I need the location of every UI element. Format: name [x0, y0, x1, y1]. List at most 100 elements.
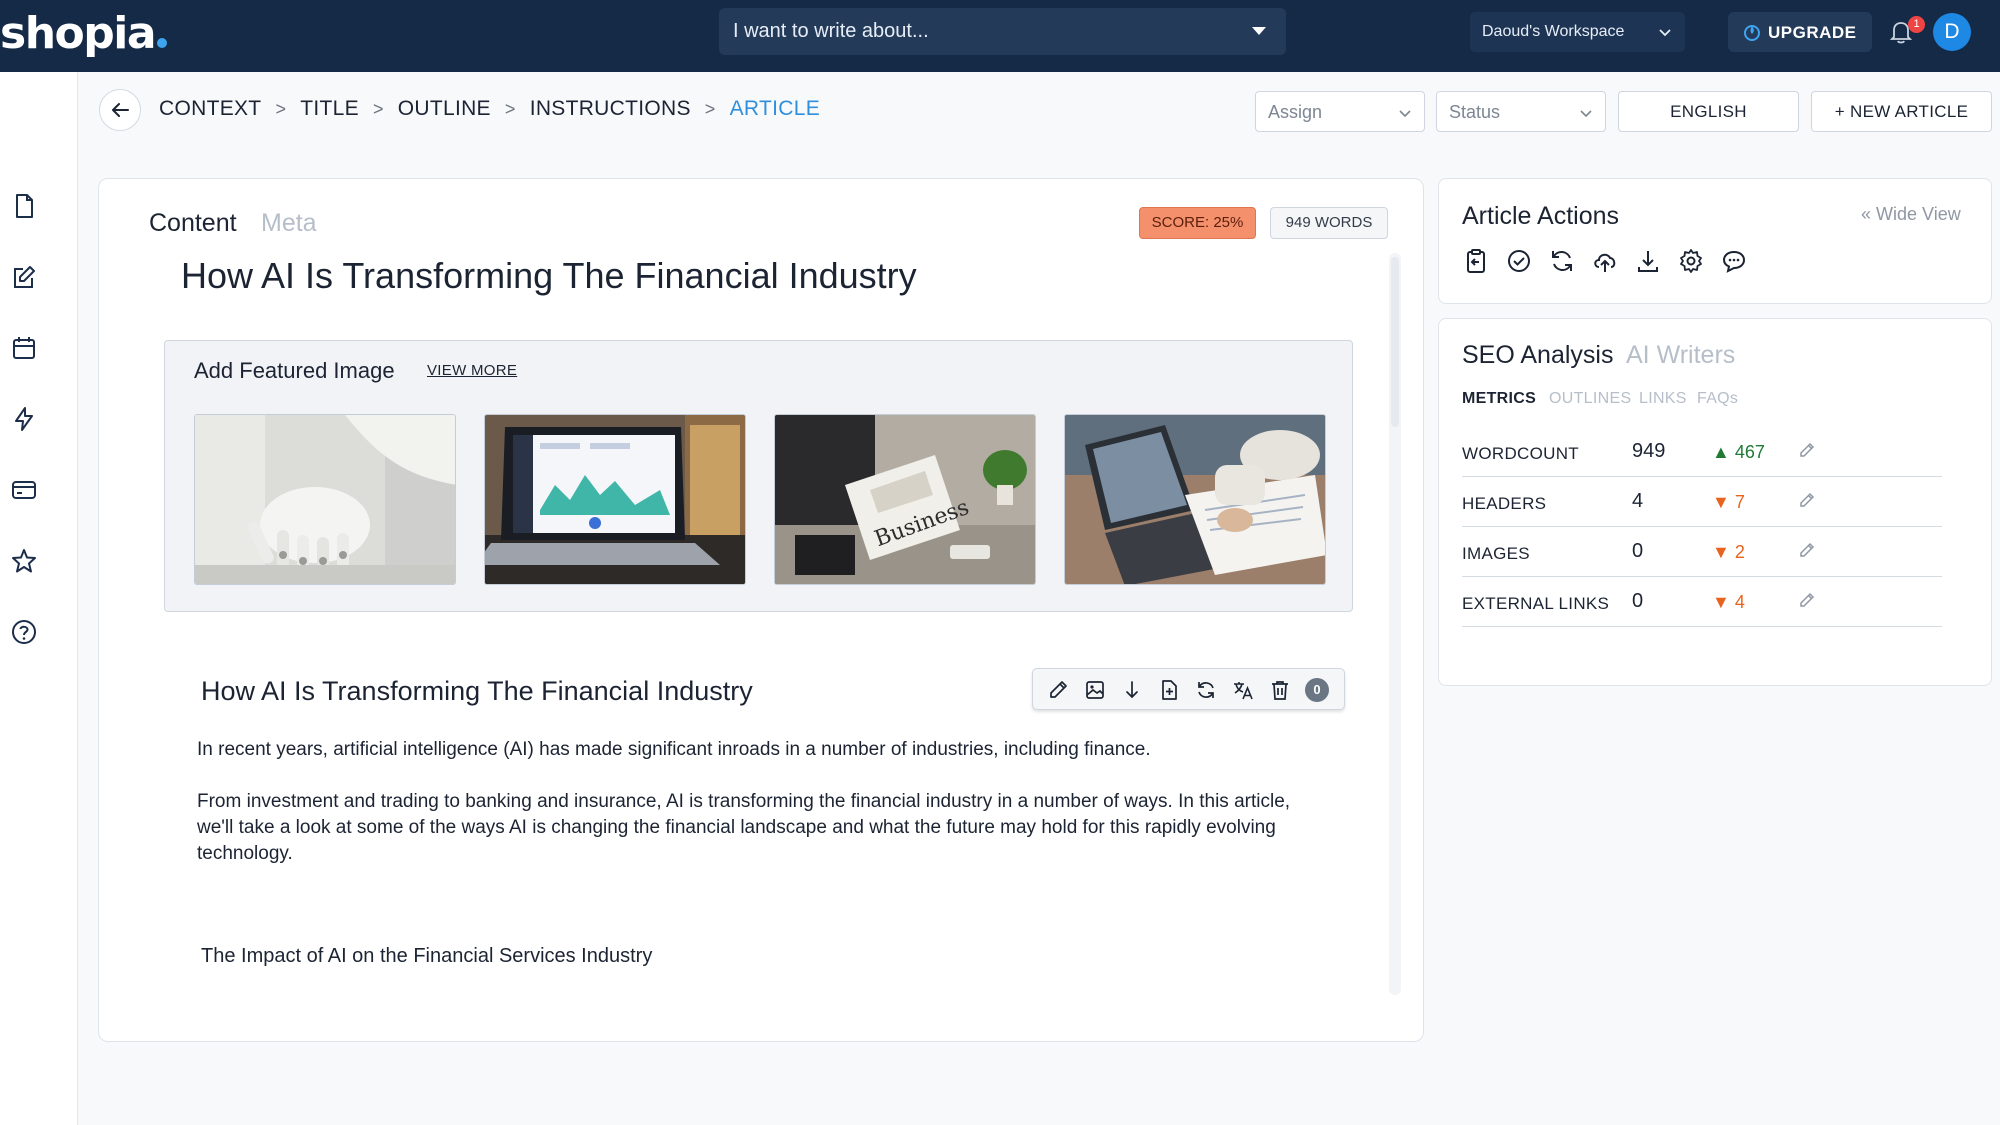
featured-image-option[interactable]: [1064, 414, 1326, 585]
refresh-icon[interactable]: [1195, 679, 1217, 701]
flame-icon: [1744, 25, 1760, 41]
tab-metrics[interactable]: METRICS: [1462, 390, 1536, 408]
workspace-select[interactable]: Daoud's Workspace: [1470, 12, 1685, 52]
upgrade-button[interactable]: UPGRADE: [1728, 12, 1872, 52]
tab-content[interactable]: Content: [149, 209, 237, 238]
metric-delta-value: 2: [1734, 542, 1745, 562]
scrollbar-thumb[interactable]: [1391, 257, 1399, 427]
language-button[interactable]: ENGLISH: [1618, 91, 1799, 132]
chevron-down-icon: [1399, 110, 1411, 118]
new-article-button[interactable]: + NEW ARTICLE: [1811, 91, 1992, 132]
article-title[interactable]: How AI Is Transforming The Financial Ind…: [181, 255, 917, 297]
status-placeholder: Status: [1449, 102, 1501, 122]
paragraph[interactable]: In recent years, artificial intelligence…: [197, 737, 1317, 763]
pencil-icon[interactable]: [1798, 491, 1816, 509]
caret-down-icon: [1252, 27, 1266, 35]
crumb-context[interactable]: CONTEXT: [159, 97, 261, 120]
lightning-icon[interactable]: [10, 405, 38, 433]
download-icon[interactable]: [1634, 247, 1662, 275]
triangle-down-icon: ▼: [1712, 542, 1730, 562]
section-title[interactable]: How AI Is Transforming The Financial Ind…: [201, 676, 753, 707]
editor-card: Content Meta SCORE: 25% 949 WORDS How AI…: [98, 178, 1424, 1042]
help-icon[interactable]: [10, 618, 38, 646]
word-count-badge: 949 WORDS: [1270, 207, 1388, 239]
translate-icon[interactable]: [1232, 679, 1254, 701]
breadcrumb: CONTEXT > TITLE > OUTLINE > INSTRUCTIONS > ARTIC…: [159, 97, 820, 121]
crumb-instructions[interactable]: INSTRUCTIONS: [530, 97, 691, 120]
image-icon[interactable]: [1084, 679, 1106, 701]
metric-delta-value: 4: [1734, 592, 1745, 612]
refresh-icon[interactable]: [1548, 247, 1576, 275]
pencil-icon[interactable]: [1798, 441, 1816, 459]
tab-faqs[interactable]: FAQs: [1697, 390, 1738, 408]
document-icon[interactable]: [10, 192, 38, 220]
cloud-upload-icon[interactable]: [1591, 247, 1619, 275]
arrow-left-icon: [112, 103, 129, 117]
double-chevron-left-icon: «: [1861, 204, 1872, 224]
pencil-icon[interactable]: [1047, 679, 1069, 701]
calendar-icon[interactable]: [10, 334, 38, 362]
section-toolbar: 0: [1032, 668, 1345, 710]
arrow-down-icon[interactable]: [1121, 679, 1143, 701]
article-actions-title: Article Actions: [1462, 202, 1620, 230]
tab-links[interactable]: LINKS: [1639, 390, 1687, 408]
avatar[interactable]: D: [1933, 13, 1971, 51]
settings-icon[interactable]: [1677, 247, 1705, 275]
view-more-link[interactable]: VIEW MORE: [427, 362, 517, 379]
laptop-dashboard-photo: [485, 415, 745, 584]
subheading[interactable]: The Impact of AI on the Financial Servic…: [201, 945, 652, 968]
edit-icon[interactable]: [10, 263, 38, 291]
tab-seo-analysis[interactable]: SEO Analysis: [1462, 341, 1613, 370]
score-badge: SCORE: 25%: [1139, 207, 1256, 239]
add-file-icon[interactable]: [1158, 679, 1180, 701]
comment-count-badge: 0: [1305, 678, 1329, 702]
sidebar: [0, 72, 78, 1125]
wide-view-button[interactable]: « Wide View: [1861, 204, 1961, 225]
laptop-paperwork-photo: [1065, 415, 1325, 584]
top-bar: shopia I want to write about... Daoud's …: [0, 0, 2000, 72]
metric-delta: ▼ 7: [1712, 492, 1745, 513]
featured-image-option[interactable]: [484, 414, 746, 585]
clipboard-icon[interactable]: [1462, 247, 1490, 275]
triangle-down-icon: ▼: [1712, 592, 1730, 612]
back-button[interactable]: [99, 89, 141, 131]
tab-outlines[interactable]: OUTLINES: [1549, 390, 1631, 408]
tab-meta[interactable]: Meta: [261, 209, 317, 238]
comment-icon[interactable]: [1720, 247, 1748, 275]
chevron-down-icon: [1659, 29, 1671, 37]
metric-value: 0: [1632, 590, 1644, 612]
featured-image-option[interactable]: [194, 414, 456, 585]
chevron-right-icon: >: [275, 99, 287, 119]
pencil-icon[interactable]: [1798, 541, 1816, 559]
notification-badge: 1: [1908, 16, 1925, 33]
workspace-name: Daoud's Workspace: [1482, 23, 1625, 40]
tab-ai-writers[interactable]: AI Writers: [1626, 341, 1735, 370]
paragraph[interactable]: From investment and trading to banking a…: [197, 789, 1317, 867]
star-icon[interactable]: [10, 547, 38, 575]
featured-image-panel: Add Featured Image VIEW MORE Business: [164, 340, 1353, 612]
topic-select[interactable]: I want to write about...: [719, 8, 1286, 55]
chevron-right-icon: >: [372, 99, 384, 119]
metric-row-images: IMAGES 0 ▼ 2: [1462, 527, 1942, 577]
metric-row-headers: HEADERS 4 ▼ 7: [1462, 477, 1942, 527]
crumb-title[interactable]: TITLE: [300, 97, 359, 120]
assign-select[interactable]: Assign: [1255, 91, 1425, 132]
metric-delta-value: 467: [1734, 442, 1765, 462]
assign-placeholder: Assign: [1268, 102, 1323, 122]
check-circle-icon[interactable]: [1505, 247, 1533, 275]
featured-image-title: Add Featured Image: [194, 358, 395, 383]
crumb-article[interactable]: ARTICLE: [730, 97, 820, 120]
credit-card-icon[interactable]: [10, 476, 38, 504]
robot-hand-photo: [195, 415, 455, 584]
metric-delta: ▼ 4: [1712, 592, 1745, 613]
status-select[interactable]: Status: [1436, 91, 1606, 132]
pencil-icon[interactable]: [1798, 591, 1816, 609]
metric-label: EXTERNAL LINKS: [1462, 594, 1610, 613]
crumb-outline[interactable]: OUTLINE: [398, 97, 491, 120]
metric-delta: ▲ 467: [1712, 442, 1765, 463]
metric-row-external-links: EXTERNAL LINKS 0 ▼ 4: [1462, 577, 1942, 627]
featured-image-option[interactable]: Business: [774, 414, 1036, 585]
app-logo[interactable]: shopia: [0, 8, 168, 59]
metric-label: WORDCOUNT: [1462, 444, 1579, 463]
trash-icon[interactable]: [1269, 679, 1291, 701]
